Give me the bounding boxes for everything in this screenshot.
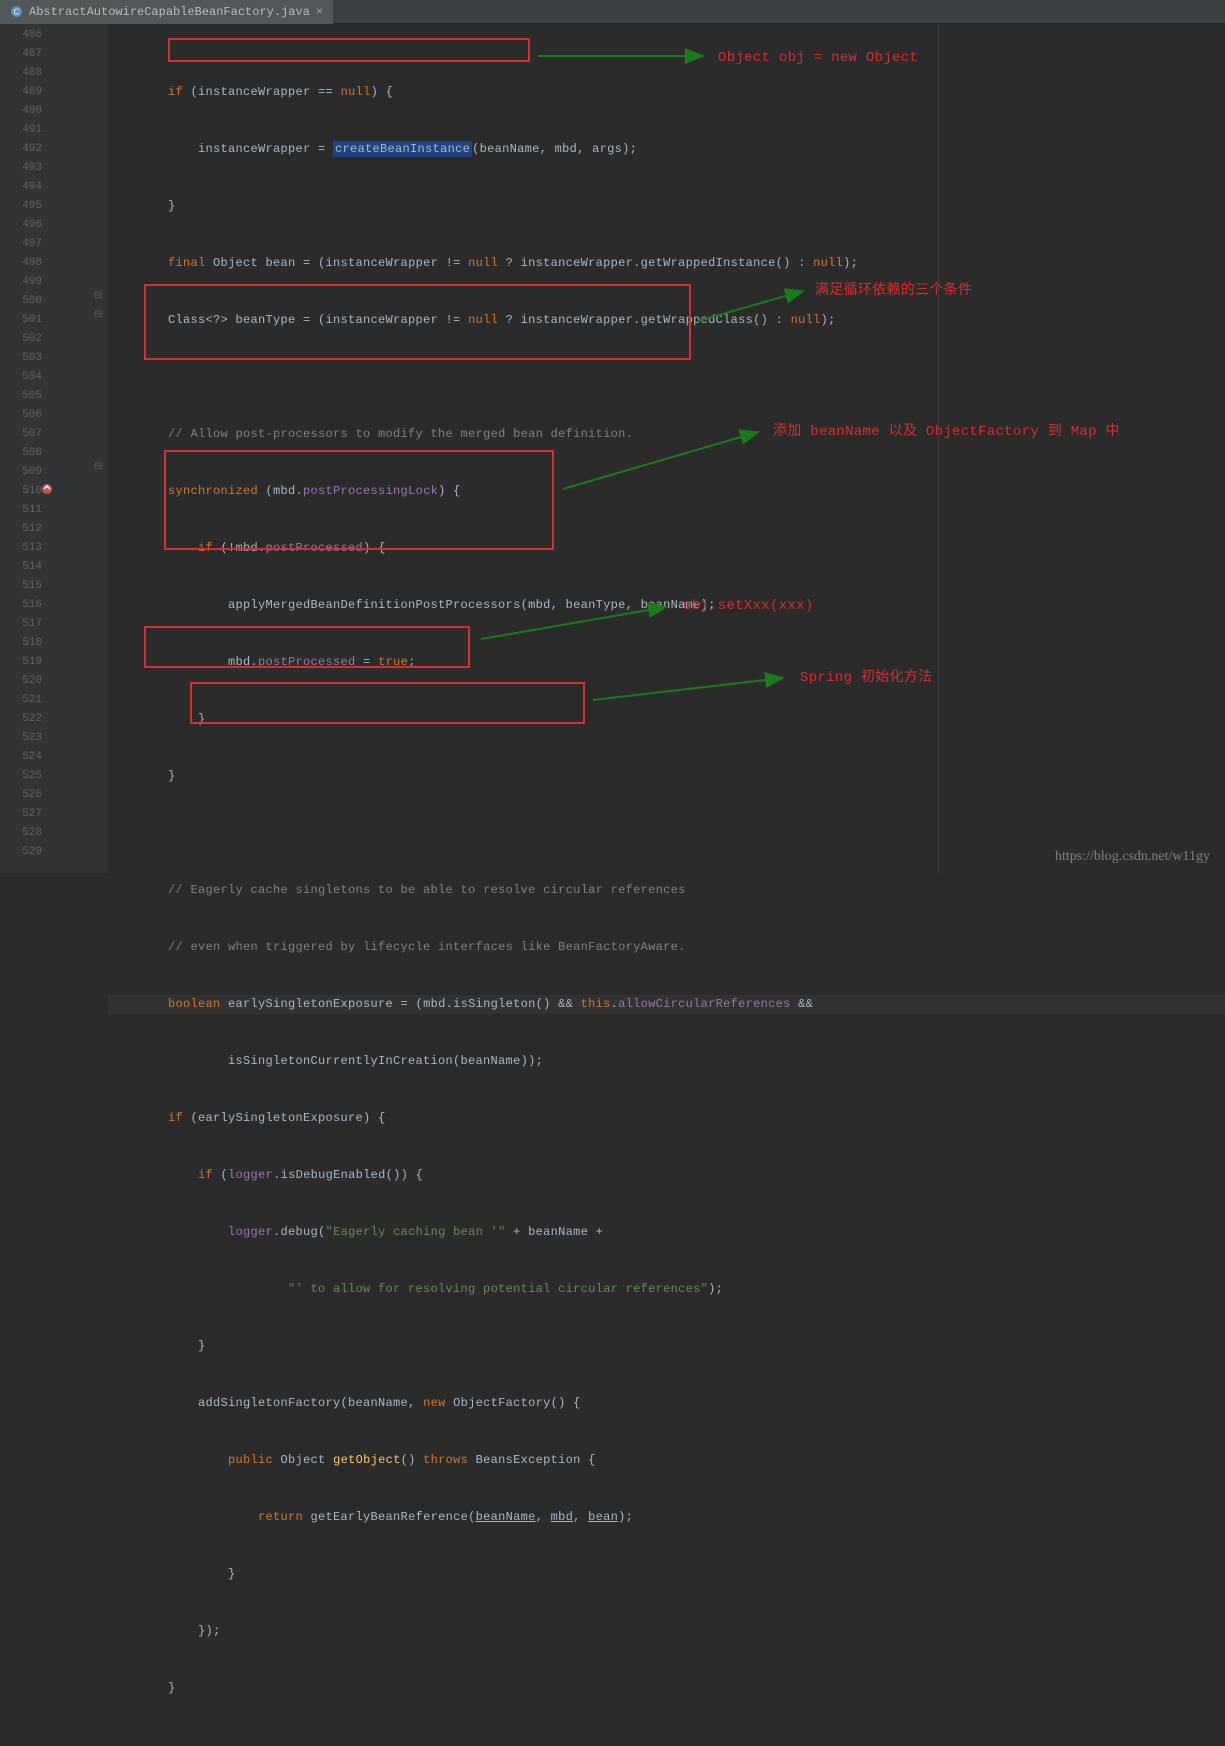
code-line: // Eagerly cache singletons to be able t… — [108, 881, 1225, 900]
line-number: 504 — [0, 368, 42, 387]
code-line: "' to allow for resolving potential circ… — [108, 1280, 1225, 1299]
annotation-text: obj.setXxx(xxx) — [683, 597, 814, 616]
tab-bar: C AbstractAutowireCapableBeanFactory.jav… — [0, 0, 1225, 24]
line-number: 525 — [0, 767, 42, 786]
line-number: 494 — [0, 178, 42, 197]
line-number: 512 — [0, 520, 42, 539]
line-number: 511 — [0, 501, 42, 520]
line-number: 499 — [0, 273, 42, 292]
watermark-text: https://blog.csdn.net/w11gy — [1055, 849, 1210, 865]
line-number: 510 — [0, 482, 42, 501]
code-line — [108, 1736, 1225, 1746]
code-line: return getEarlyBeanReference(beanName, m… — [108, 1508, 1225, 1527]
line-number: 518 — [0, 634, 42, 653]
line-number: 519 — [0, 653, 42, 672]
fold-expand-icon[interactable]: ⊟ — [94, 290, 102, 302]
code-line: applyMergedBeanDefinitionPostProcessors(… — [108, 596, 1225, 615]
line-number: 528 — [0, 824, 42, 843]
line-number: 486 — [0, 26, 42, 45]
code-line: } — [108, 197, 1225, 216]
line-number: 489 — [0, 83, 42, 102]
line-number: 526 — [0, 786, 42, 805]
code-line: if (logger.isDebugEnabled()) { — [108, 1166, 1225, 1185]
code-line — [108, 824, 1225, 843]
line-number: 514 — [0, 558, 42, 577]
line-number: 503 — [0, 349, 42, 368]
code-line: // even when triggered by lifecycle inte… — [108, 938, 1225, 957]
annotation-text: 满足循环依赖的三个条件 — [815, 282, 972, 301]
code-area[interactable]: if (instanceWrapper == null) { instanceW… — [108, 24, 1225, 873]
line-number: 515 — [0, 577, 42, 596]
code-line: addSingletonFactory(beanName, new Object… — [108, 1394, 1225, 1413]
code-line: logger.debug("Eagerly caching bean '" + … — [108, 1223, 1225, 1242]
annotation-text: Object obj = new Object — [718, 49, 918, 68]
annotation-text: 添加 beanName 以及 ObjectFactory 到 Map 中 — [773, 423, 1120, 442]
line-number: 517 — [0, 615, 42, 634]
line-number: 502 — [0, 330, 42, 349]
line-number: 490 — [0, 102, 42, 121]
code-line: } — [108, 767, 1225, 786]
gutter-markers: ⊟ ⊟ ⊟ — [56, 24, 108, 873]
editor-area: 4864874884894904914924934944954964974984… — [0, 24, 1225, 873]
tab-filename: AbstractAutowireCapableBeanFactory.java — [29, 5, 310, 19]
code-line — [108, 368, 1225, 387]
code-line: boolean earlySingletonExposure = (mbd.is… — [108, 995, 1225, 1014]
code-line: if (earlySingletonExposure) { — [108, 1109, 1225, 1128]
line-number: 524 — [0, 748, 42, 767]
code-line: if (!mbd.postProcessed) { — [108, 539, 1225, 558]
line-number: 496 — [0, 216, 42, 235]
line-number: 506 — [0, 406, 42, 425]
line-number: 487 — [0, 45, 42, 64]
line-number: 507 — [0, 425, 42, 444]
line-number: 509 — [0, 463, 42, 482]
code-line: }); — [108, 1622, 1225, 1641]
code-line: isSingletonCurrentlyInCreation(beanName)… — [108, 1052, 1225, 1071]
line-number: 513 — [0, 539, 42, 558]
line-number: 488 — [0, 64, 42, 83]
code-line: synchronized (mbd.postProcessingLock) { — [108, 482, 1225, 501]
line-number: 529 — [0, 843, 42, 862]
line-number: 495 — [0, 197, 42, 216]
line-number: 505 — [0, 387, 42, 406]
line-number: 523 — [0, 729, 42, 748]
arrow-icon — [588, 672, 793, 704]
arrow-icon — [533, 44, 713, 64]
close-icon[interactable]: × — [316, 5, 323, 19]
java-class-icon: C — [10, 5, 23, 18]
line-number: 492 — [0, 140, 42, 159]
line-number: 493 — [0, 159, 42, 178]
annotation-text: Spring 初始化方法 — [800, 669, 932, 688]
line-number: 527 — [0, 805, 42, 824]
code-line: mbd.postProcessed = true; — [108, 653, 1225, 672]
code-line: if (instanceWrapper == null) { — [108, 83, 1225, 102]
svg-text:C: C — [14, 8, 20, 17]
override-marker-icon[interactable] — [41, 483, 53, 499]
line-number: 491 — [0, 121, 42, 140]
code-line: public Object getObject() throws BeansEx… — [108, 1451, 1225, 1470]
line-number-gutter: 4864874884894904914924934944954964974984… — [0, 24, 56, 873]
line-number: 516 — [0, 596, 42, 615]
line-number: 500 — [0, 292, 42, 311]
code-line: } — [108, 1679, 1225, 1698]
fold-expand-icon[interactable]: ⊟ — [94, 309, 102, 321]
line-number: 501 — [0, 311, 42, 330]
right-margin-guide — [938, 24, 939, 873]
line-number: 508 — [0, 444, 42, 463]
line-number: 497 — [0, 235, 42, 254]
code-line: Class<?> beanType = (instanceWrapper != … — [108, 311, 1225, 330]
line-number: 498 — [0, 254, 42, 273]
code-line: } — [108, 710, 1225, 729]
code-line: } — [108, 1565, 1225, 1584]
line-number: 521 — [0, 691, 42, 710]
file-tab[interactable]: C AbstractAutowireCapableBeanFactory.jav… — [0, 0, 333, 24]
code-line: } — [108, 1337, 1225, 1356]
code-line: final Object bean = (instanceWrapper != … — [108, 254, 1225, 273]
fold-expand-icon[interactable]: ⊟ — [94, 461, 102, 473]
line-number: 522 — [0, 710, 42, 729]
highlight-box — [168, 38, 530, 62]
code-line: instanceWrapper = createBeanInstance(bea… — [108, 140, 1225, 159]
line-number: 520 — [0, 672, 42, 691]
